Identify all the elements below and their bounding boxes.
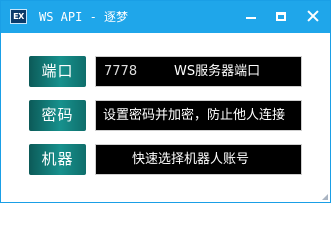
port-hint: WS服务器端口 <box>174 64 261 79</box>
port-label: 端口 <box>29 56 86 87</box>
port-input[interactable]: 7778 WS服务器端口 <box>95 56 302 87</box>
minimize-icon <box>246 17 256 19</box>
port-value: 7778 <box>104 64 138 79</box>
robot-hint: 快速选择机器人账号 <box>132 152 250 167</box>
robot-select[interactable]: 快速选择机器人账号 <box>95 144 302 175</box>
password-hint: 设置密码并加密，防止他人连接 <box>103 108 286 123</box>
window-title: WS API - 逐梦 <box>39 10 129 24</box>
maximize-button[interactable] <box>264 1 298 33</box>
app-window: EX WS API - 逐梦 端口 7778 WS服务器端口 密码 设置密码并加… <box>0 0 331 203</box>
close-icon <box>307 10 319 22</box>
resize-grip[interactable] <box>322 194 328 200</box>
close-button[interactable] <box>296 1 330 33</box>
maximize-icon <box>276 12 286 21</box>
minimize-button[interactable] <box>234 1 268 33</box>
password-label: 密码 <box>29 100 86 131</box>
robot-label: 机器 <box>29 144 86 175</box>
app-icon: EX <box>10 9 27 24</box>
password-input[interactable]: 设置密码并加密，防止他人连接 <box>95 100 302 131</box>
title-bar[interactable]: EX WS API - 逐梦 <box>1 1 330 33</box>
